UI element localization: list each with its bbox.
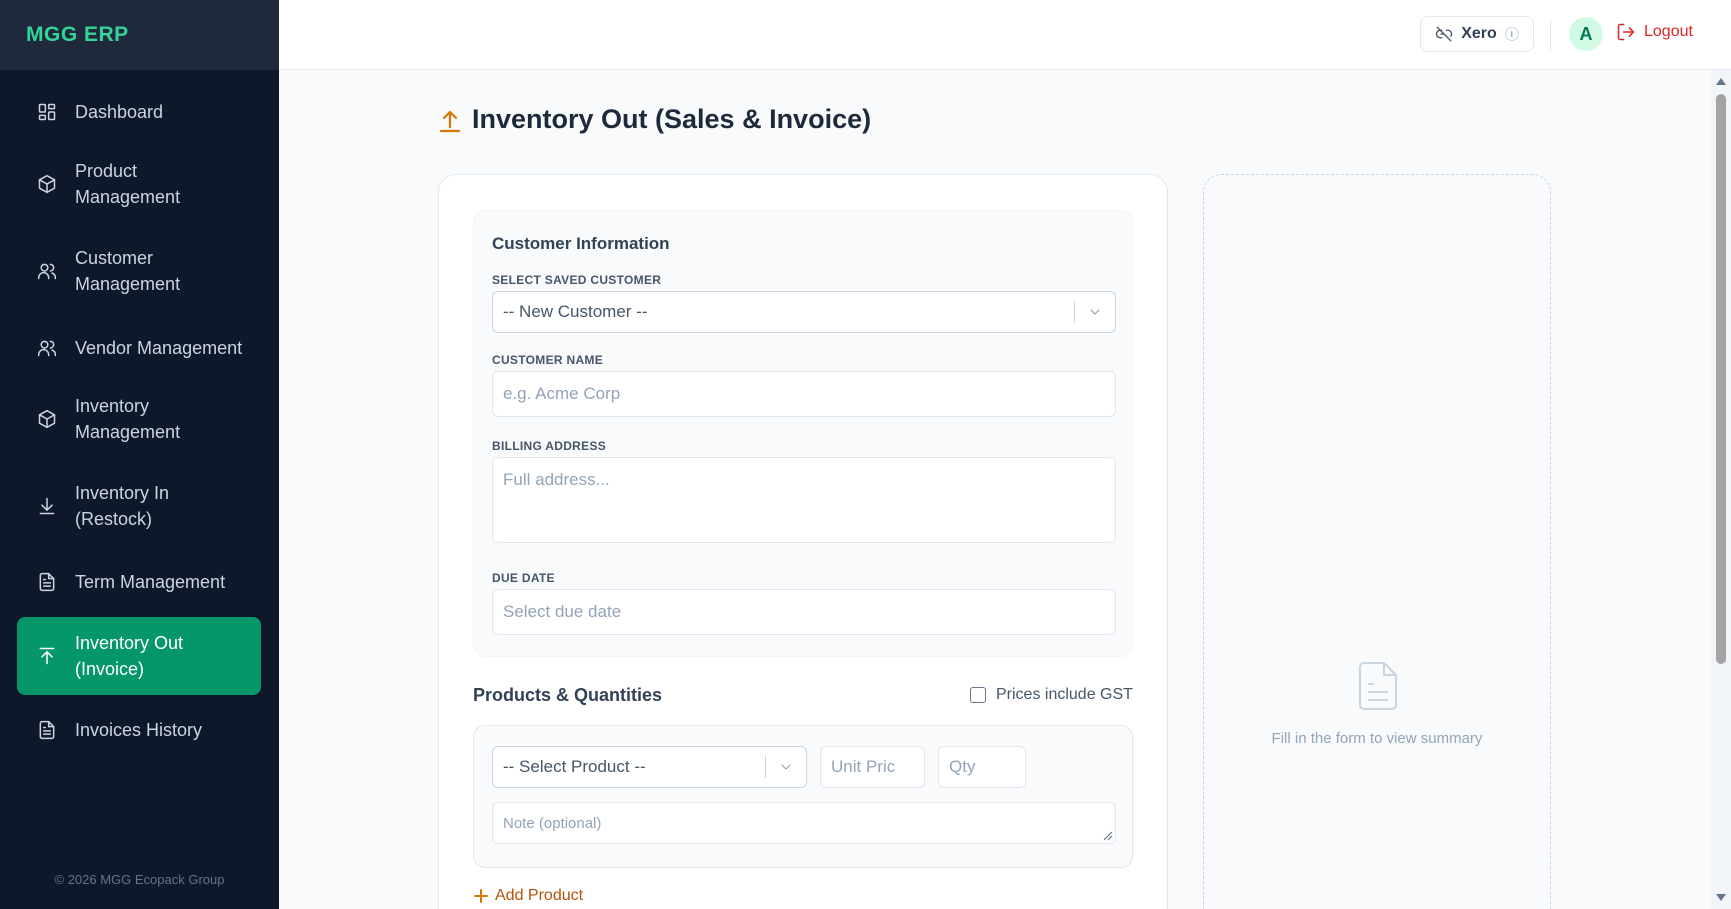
sidebar-item-label: Term Management — [75, 572, 226, 592]
dashboard-icon — [35, 100, 59, 124]
logout-icon — [1617, 23, 1635, 41]
customer-section: Customer Information SELECT SAVED CUSTOM… — [473, 210, 1133, 657]
sidebar-item-label: Inventory Out (Invoice) — [75, 633, 184, 679]
gst-label: Prices include GST — [996, 686, 1133, 703]
field-label: BILLING ADDRESS — [492, 439, 607, 453]
page-title-text: Inventory Out (Sales & Invoice) — [472, 104, 872, 134]
plus-icon — [474, 889, 488, 903]
sidebar-item-inventory-out[interactable]: Inventory Out (Invoice) — [17, 617, 261, 695]
add-product-label: Add Product — [495, 887, 584, 904]
sidebar-item-customer-management[interactable]: Customer Management — [17, 243, 261, 299]
section-title: Customer Information — [492, 234, 670, 253]
topbar: Xero i A Logout — [279, 0, 1731, 70]
saved-customer-select[interactable]: -- New Customer -- — [492, 291, 1116, 333]
box-icon — [35, 172, 59, 196]
sidebar: MGG ERP Dashboard Product Management Cus… — [0, 0, 279, 909]
app-logo[interactable]: MGG ERP — [26, 23, 129, 47]
scroll-thumb[interactable] — [1716, 94, 1726, 664]
product-select[interactable]: -- Select Product -- — [492, 746, 807, 788]
field-label: DUE DATE — [492, 571, 555, 585]
document-icon — [1356, 660, 1400, 712]
users-icon — [35, 259, 59, 283]
add-product-button[interactable]: Add Product — [473, 887, 583, 905]
sidebar-item-product-management[interactable]: Product Management — [17, 156, 261, 212]
sidebar-item-dashboard[interactable]: Dashboard — [17, 86, 261, 138]
box-icon — [35, 407, 59, 431]
chevron-down-icon — [1090, 309, 1100, 315]
sidebar-item-label: Invoices History — [75, 720, 203, 740]
resize-handle-icon[interactable] — [1103, 831, 1113, 841]
customer-name-input[interactable]: e.g. Acme Corp — [492, 371, 1116, 417]
xero-status-button[interactable]: Xero i — [1420, 16, 1534, 52]
sidebar-item-label: Vendor Management — [75, 338, 243, 358]
logout-label: Logout — [1644, 23, 1693, 40]
page-title: Inventory Out (Sales & Invoice) — [438, 104, 871, 135]
sidebar-item-label: Dashboard — [75, 102, 164, 122]
gst-toggle[interactable]: Prices include GST — [970, 686, 1133, 704]
link-off-icon — [1436, 26, 1453, 42]
document-icon — [35, 718, 59, 742]
saved-customer-value: -- New Customer -- — [503, 302, 648, 321]
sidebar-item-label: Product Management — [75, 161, 181, 207]
invoice-form-card: Customer Information SELECT SAVED CUSTOM… — [438, 174, 1168, 909]
products-section-title: Products & Quantities — [473, 685, 663, 705]
field-label: SELECT SAVED CUSTOMER — [492, 273, 662, 287]
gst-checkbox[interactable] — [970, 687, 986, 703]
unit-price-input[interactable]: Unit Pric — [820, 746, 925, 788]
sidebar-item-inventory-management[interactable]: Inventory Management — [17, 391, 261, 447]
product-line-item: -- Select Product -- Unit Pric Qty Note … — [473, 725, 1133, 868]
note-textarea[interactable]: Note (optional) — [492, 802, 1116, 844]
billing-address-textarea[interactable]: Full address... — [492, 457, 1116, 543]
summary-empty-text: Fill in the form to view summary — [1271, 730, 1483, 747]
sidebar-item-invoices-history[interactable]: Invoices History — [17, 704, 261, 756]
avatar[interactable]: A — [1569, 17, 1603, 51]
summary-panel: Fill in the form to view summary — [1203, 174, 1551, 909]
field-label: CUSTOMER NAME — [492, 353, 604, 367]
xero-label: Xero — [1461, 25, 1497, 42]
copyright-footer: © 2026 MGG Ecopack Group — [54, 872, 225, 887]
select-separator — [1074, 301, 1075, 323]
download-icon — [35, 494, 59, 518]
product-select-value: -- Select Product -- — [503, 757, 646, 776]
note-placeholder: Note (optional) — [503, 814, 602, 832]
info-icon: i — [1504, 27, 1519, 41]
page-scrollbar[interactable] — [1711, 70, 1731, 909]
sidebar-item-term-management[interactable]: Term Management — [17, 556, 261, 608]
sidebar-item-vendor-management[interactable]: Vendor Management — [17, 322, 261, 374]
scroll-down-arrow-icon[interactable] — [1716, 894, 1726, 901]
logout-button[interactable]: Logout — [1616, 22, 1693, 42]
quantity-input[interactable]: Qty — [938, 746, 1026, 788]
users-icon — [35, 336, 59, 360]
document-icon — [35, 570, 59, 594]
sidebar-item-label: Customer Management — [75, 248, 181, 294]
sidebar-item-label: Inventory In (Restock) — [75, 483, 170, 529]
topbar-divider — [1550, 20, 1551, 50]
due-date-input[interactable]: Select due date — [492, 589, 1116, 635]
scroll-up-arrow-icon[interactable] — [1716, 78, 1726, 85]
sidebar-item-label: Inventory Management — [75, 396, 181, 442]
chevron-down-icon — [781, 764, 791, 770]
upload-icon — [439, 110, 461, 132]
sidebar-header: MGG ERP — [0, 0, 279, 70]
upload-icon — [35, 644, 59, 668]
select-separator — [765, 756, 766, 778]
sidebar-item-inventory-in[interactable]: Inventory In (Restock) — [17, 478, 261, 534]
